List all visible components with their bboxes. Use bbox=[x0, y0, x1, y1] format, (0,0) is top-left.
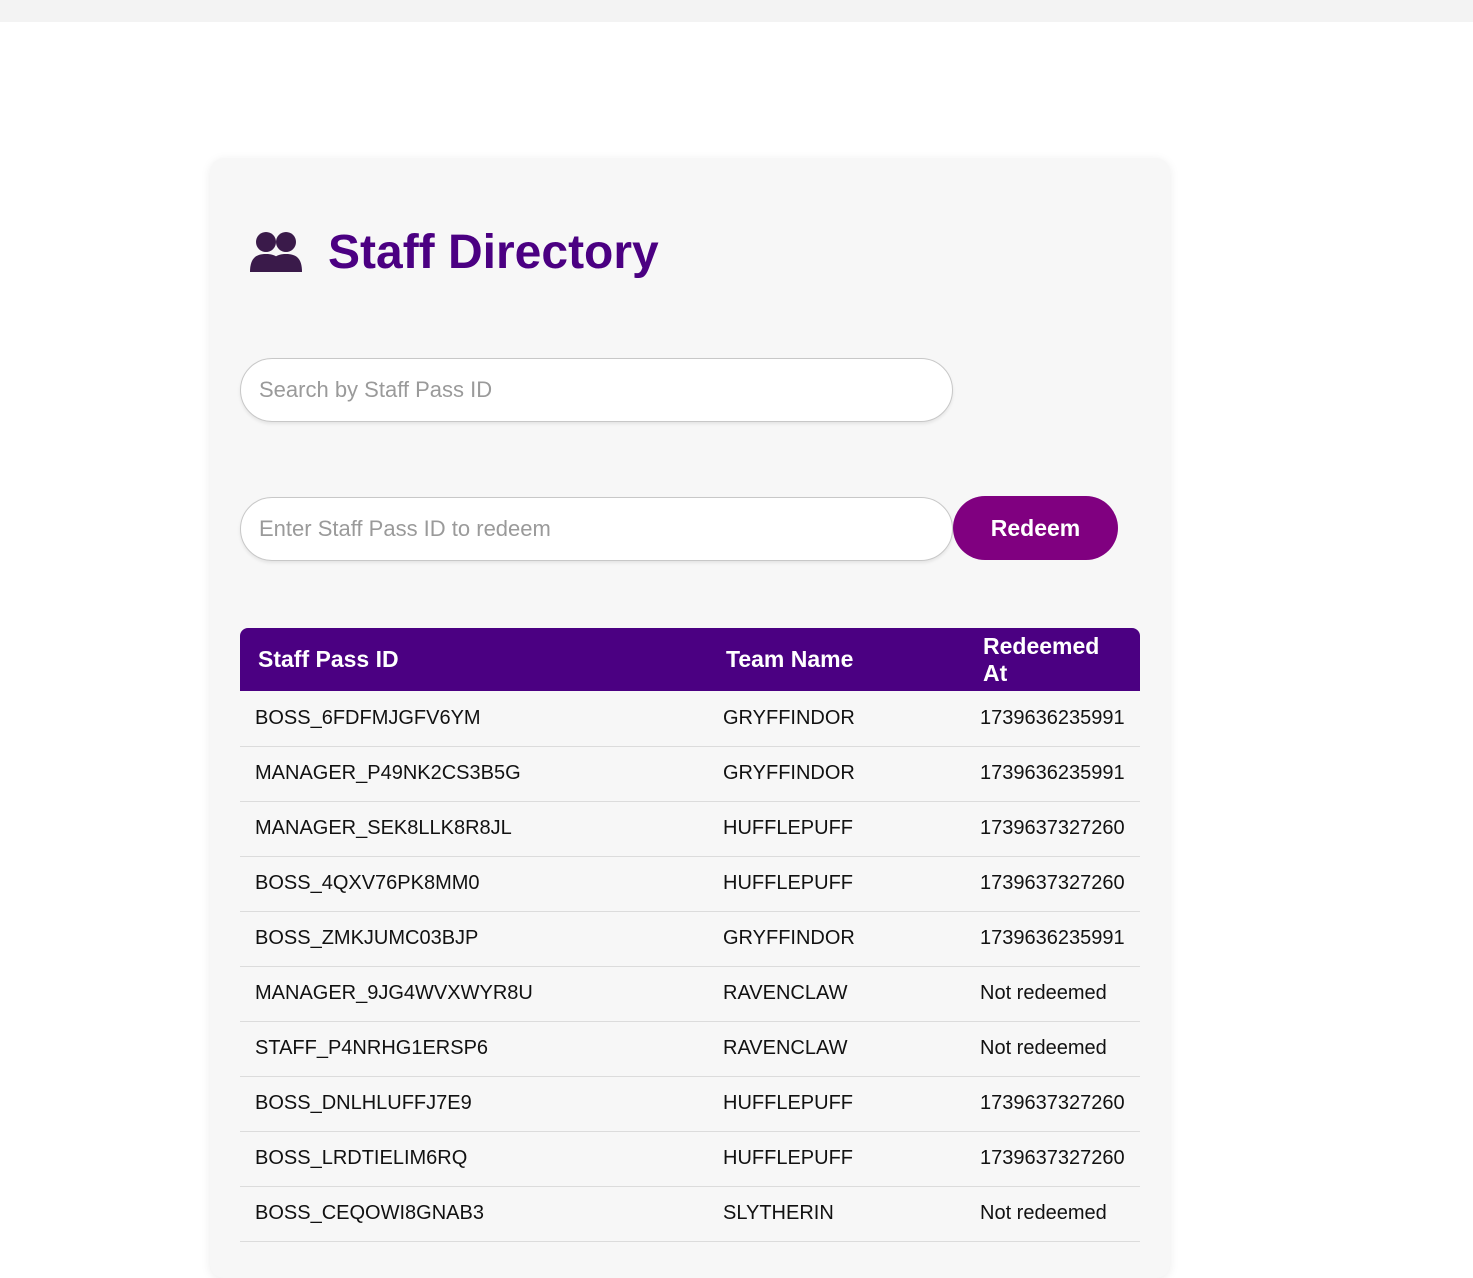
redeem-input[interactable] bbox=[240, 497, 953, 561]
table-row: MANAGER_9JG4WVXWYR8U RAVENCLAW Not redee… bbox=[240, 966, 1140, 1021]
cell-redeemed-at: 1739636235991 bbox=[980, 762, 1125, 784]
cell-team-name: HUFFLEPUFF bbox=[723, 872, 853, 894]
cell-redeemed-at: Not redeemed bbox=[980, 1037, 1107, 1059]
cell-staff-pass-id: BOSS_ZMKJUMC03BJP bbox=[255, 927, 479, 949]
table-row: MANAGER_P49NK2CS3B5G GRYFFINDOR 17396362… bbox=[240, 746, 1140, 801]
cell-redeemed-at: 1739637327260 bbox=[980, 1092, 1125, 1114]
cell-team-name: HUFFLEPUFF bbox=[723, 1092, 853, 1114]
table-row: BOSS_CEQOWI8GNAB3 SLYTHERIN Not redeemed bbox=[240, 1186, 1140, 1241]
cell-team-name: GRYFFINDOR bbox=[723, 927, 855, 949]
redeem-button[interactable]: Redeem bbox=[953, 496, 1118, 560]
table-row: BOSS_4QXV76PK8MM0 HUFFLEPUFF 17396373272… bbox=[240, 856, 1140, 911]
cell-team-name: GRYFFINDOR bbox=[723, 706, 855, 729]
table-row: STAFF_P4NRHG1ERSP6 RAVENCLAW Not redeeme… bbox=[240, 1021, 1140, 1076]
search-input[interactable] bbox=[240, 358, 953, 422]
table-row: BOSS_DNLHLUFFJ7E9 HUFFLEPUFF 17396373272… bbox=[240, 1076, 1140, 1131]
table-row: BOSS_LRDTIELIM6RQ HUFFLEPUFF 17396373272… bbox=[240, 1131, 1140, 1186]
page-title: Staff Directory bbox=[328, 225, 659, 279]
cell-staff-pass-id: MANAGER_SEK8LLK8R8JL bbox=[255, 817, 512, 839]
cell-staff-pass-id: BOSS_6FDFMJGFV6YM bbox=[255, 706, 481, 729]
cell-staff-pass-id: MANAGER_9JG4WVXWYR8U bbox=[255, 982, 533, 1004]
cell-staff-pass-id: MANAGER_P49NK2CS3B5G bbox=[255, 762, 521, 784]
people-icon bbox=[248, 224, 304, 280]
cell-team-name: HUFFLEPUFF bbox=[723, 817, 853, 839]
table-row: BOSS_6FDFMJGFV6YM GRYFFINDOR 17396362359… bbox=[240, 691, 1140, 746]
cell-team-name: GRYFFINDOR bbox=[723, 762, 855, 784]
page-header: Staff Directory bbox=[248, 224, 659, 280]
column-header-staff-pass-id[interactable]: Staff Pass ID bbox=[240, 628, 708, 691]
cell-team-name: RAVENCLAW bbox=[723, 982, 848, 1004]
cell-team-name: RAVENCLAW bbox=[723, 1037, 848, 1059]
cell-staff-pass-id: BOSS_4QXV76PK8MM0 bbox=[255, 872, 480, 894]
browser-top-strip bbox=[0, 0, 1473, 22]
table-header-row: Staff Pass ID Team Name Redeemed At bbox=[240, 628, 1140, 691]
cell-redeemed-at: 1739637327260 bbox=[980, 1147, 1125, 1169]
staff-table: Staff Pass ID Team Name Redeemed At BOSS… bbox=[240, 628, 1140, 1242]
cell-team-name: HUFFLEPUFF bbox=[723, 1147, 853, 1169]
cell-redeemed-at: Not redeemed bbox=[980, 982, 1107, 1004]
cell-team-name: SLYTHERIN bbox=[723, 1202, 834, 1224]
cell-redeemed-at: 1739637327260 bbox=[980, 817, 1125, 839]
column-header-redeemed-at[interactable]: Redeemed At bbox=[965, 628, 1140, 691]
cell-redeemed-at: 1739637327260 bbox=[980, 872, 1125, 894]
table-row: BOSS_ZMKJUMC03BJP GRYFFINDOR 17396362359… bbox=[240, 911, 1140, 966]
cell-staff-pass-id: BOSS_CEQOWI8GNAB3 bbox=[255, 1202, 484, 1224]
cell-redeemed-at: 1739636235991 bbox=[980, 927, 1125, 949]
cell-staff-pass-id: STAFF_P4NRHG1ERSP6 bbox=[255, 1037, 489, 1059]
staff-directory-card: Staff Directory Redeem Staff Pass ID Tea… bbox=[210, 158, 1170, 1278]
column-header-team-name[interactable]: Team Name bbox=[708, 628, 965, 691]
cell-redeemed-at: Not redeemed bbox=[980, 1202, 1107, 1224]
cell-redeemed-at: 1739636235991 bbox=[980, 706, 1125, 729]
table-row: MANAGER_SEK8LLK8R8JL HUFFLEPUFF 17396373… bbox=[240, 801, 1140, 856]
cell-staff-pass-id: BOSS_DNLHLUFFJ7E9 bbox=[255, 1092, 472, 1114]
cell-staff-pass-id: BOSS_LRDTIELIM6RQ bbox=[255, 1147, 468, 1169]
